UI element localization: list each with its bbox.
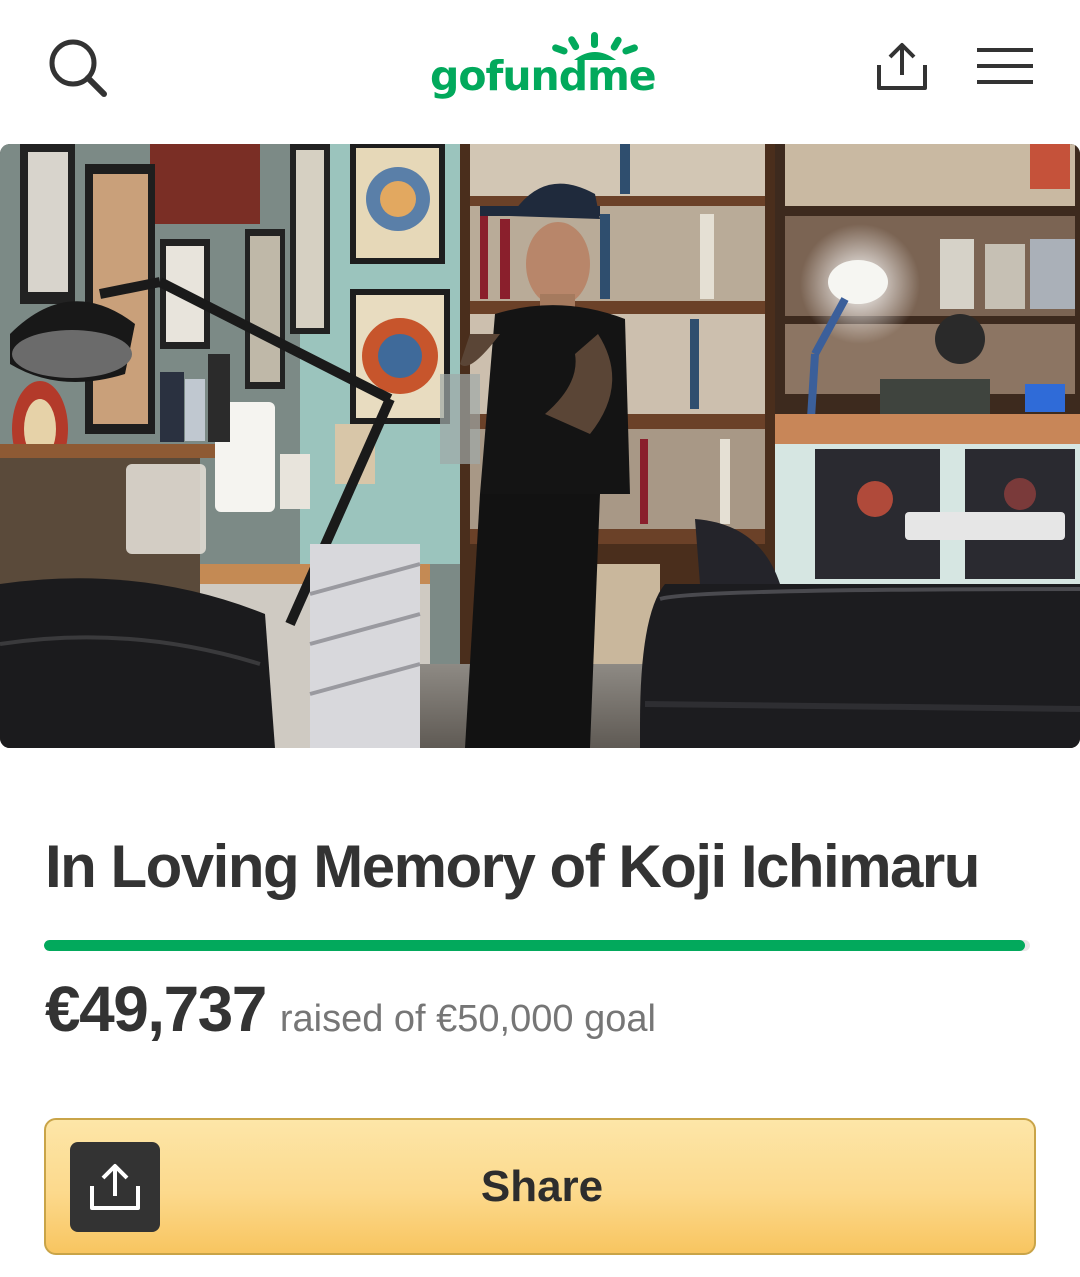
goal-text: raised of €50,000 goal [279, 998, 656, 1040]
donation-progress-bar [44, 940, 1030, 951]
raised-summary: €49,737 raised of €50,000 goal [45, 972, 656, 1046]
campaign-title: In Loving Memory of Koji Ichimaru [45, 833, 980, 900]
search-icon [49, 39, 107, 97]
raised-amount: €49,737 [45, 973, 267, 1045]
logo-wordmark: gofundme [430, 52, 657, 100]
top-nav-bar: gofundme [0, 0, 1080, 134]
header-share-button[interactable] [864, 30, 940, 102]
share-icon [877, 43, 927, 90]
search-button[interactable] [40, 30, 116, 106]
hamburger-menu-icon [977, 48, 1033, 84]
studio-photo-illustration [0, 144, 1080, 748]
share-button[interactable]: Share [44, 1118, 1036, 1255]
share-button-label: Share [480, 1162, 604, 1211]
menu-button[interactable] [970, 36, 1040, 96]
campaign-photo[interactable] [0, 144, 1080, 748]
donation-progress-fill [44, 940, 1026, 951]
gofundme-logo[interactable]: gofundme [420, 30, 660, 108]
